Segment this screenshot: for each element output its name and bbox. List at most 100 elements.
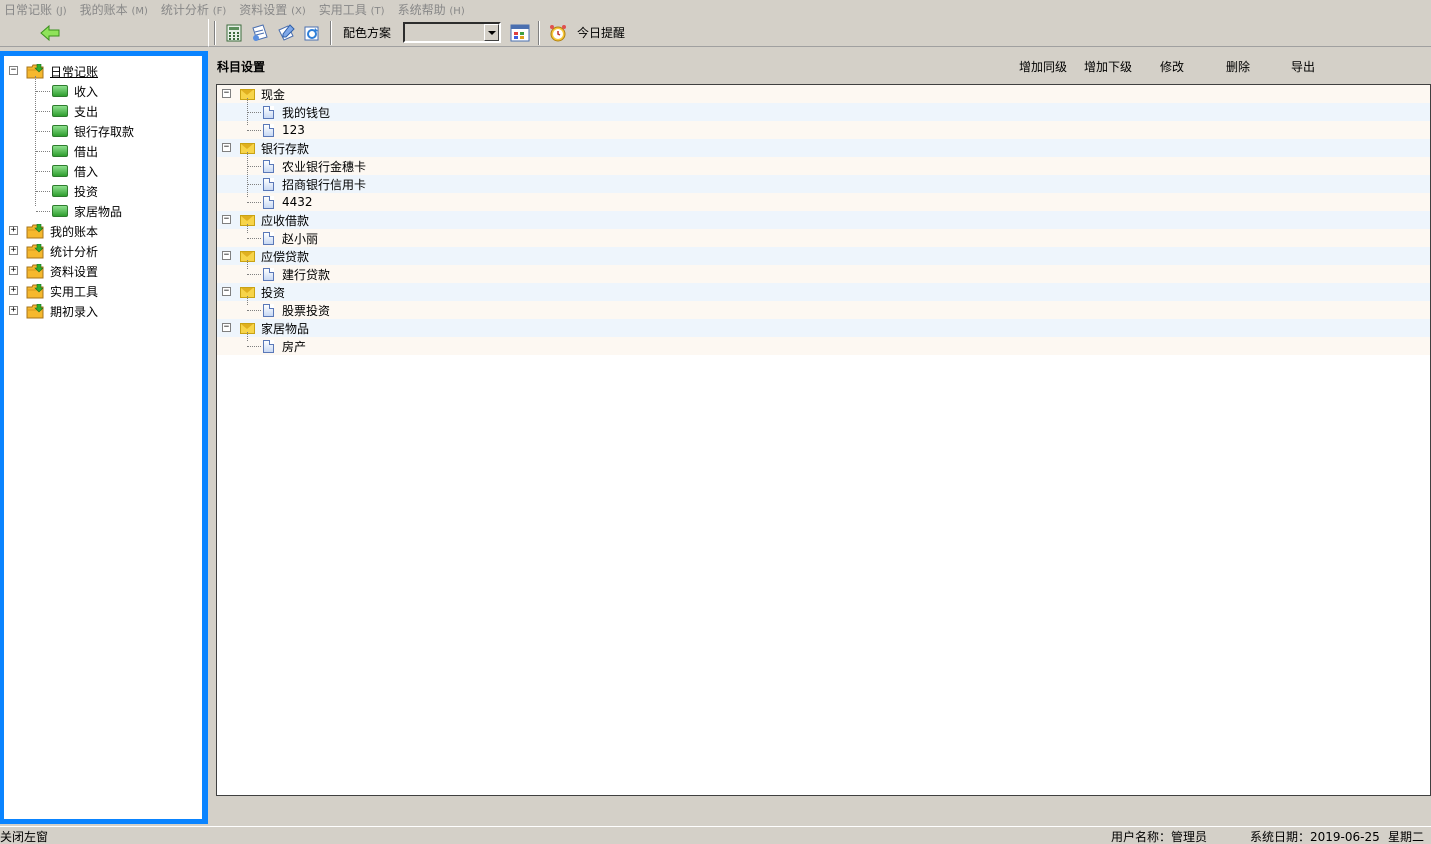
nav-item-0-4[interactable]: 借入	[52, 161, 98, 181]
menu-statistics[interactable]: 统计分析 (F)	[161, 1, 226, 18]
tree-row-subject[interactable]: 房产	[217, 337, 1430, 355]
collapse-toggle[interactable]: −	[222, 323, 231, 332]
expand-toggle[interactable]: +	[9, 286, 18, 295]
subject-tree: − 现金 我的钱包 123 − 银行存款农业银行金穗卡 招商银行信用卡 4432 − 应收借款 赵小…	[216, 84, 1431, 796]
nav-group-0[interactable]: 日常记账	[26, 61, 98, 81]
today-reminder-button[interactable]: 今日提醒	[577, 24, 625, 41]
tree-row-category[interactable]: − 应偿贷款	[217, 247, 1430, 265]
tree-row-subject[interactable]: 123	[217, 121, 1430, 139]
nav-item-label: 银行存取款	[74, 124, 135, 139]
expand-toggle[interactable]: +	[9, 266, 18, 275]
refresh-icon[interactable]	[301, 22, 323, 44]
color-palette-icon[interactable]	[509, 22, 531, 44]
document-icon	[263, 267, 274, 281]
left-toolbar	[0, 19, 208, 47]
nav-group-3[interactable]: 资料设置	[26, 261, 98, 281]
tree-row-subject[interactable]: 赵小丽	[217, 229, 1430, 247]
status-date: 系统日期：2019-06-25	[1250, 830, 1380, 844]
delete-button[interactable]: 删除	[1226, 58, 1250, 75]
nav-group-label: 统计分析	[50, 244, 99, 259]
tree-row-subject[interactable]: 4432	[217, 193, 1430, 211]
edit-button[interactable]: 修改	[1160, 58, 1184, 75]
tree-row-category[interactable]: − 银行存款	[217, 139, 1430, 157]
document-icon	[263, 177, 274, 191]
tree-row-category[interactable]: − 家居物品	[217, 319, 1430, 337]
nav-item-label: 投资	[74, 184, 99, 199]
nav-group-2[interactable]: 统计分析	[26, 241, 98, 261]
ledger-icon	[52, 125, 68, 137]
close-left-pane-button[interactable]: 关闭左窗	[0, 828, 48, 844]
menu-ledger[interactable]: 我的账本 (M)	[80, 1, 148, 18]
nav-item-0-6[interactable]: 家居物品	[52, 201, 122, 221]
expand-toggle[interactable]: +	[9, 226, 18, 235]
nav-group-5[interactable]: 期初录入	[26, 301, 98, 321]
tree-line	[247, 152, 248, 197]
export-button[interactable]: 导出	[1291, 58, 1315, 75]
tree-row-subject[interactable]: 建行贷款	[217, 265, 1430, 283]
add-child-button[interactable]: 增加下级	[1084, 58, 1132, 75]
tree-row-subject[interactable]: 农业银行金穗卡	[217, 157, 1430, 175]
nav-group-1[interactable]: 我的账本	[26, 221, 98, 241]
tree-line	[36, 151, 50, 152]
collapse-toggle[interactable]: −	[222, 143, 231, 152]
tree-line	[36, 191, 50, 192]
color-scheme-select[interactable]	[403, 22, 502, 43]
nav-item-0-1[interactable]: 支出	[52, 101, 98, 121]
collapse-toggle[interactable]: −	[222, 89, 231, 98]
nav-group-label: 资料设置	[50, 264, 99, 279]
category-label: 家居物品	[261, 321, 310, 336]
category-label: 现金	[261, 87, 286, 102]
menu-help[interactable]: 系统帮助 (H)	[398, 1, 465, 18]
menu-daily[interactable]: 日常记账 (J)	[4, 1, 67, 18]
tree-line	[36, 91, 50, 92]
back-arrow-icon[interactable]	[40, 24, 60, 42]
add-sibling-button[interactable]: 增加同级	[1019, 58, 1067, 75]
subject-label: 股票投资	[282, 303, 331, 318]
tree-row-category[interactable]: − 投资	[217, 283, 1430, 301]
menu-settings[interactable]: 资料设置 (X)	[239, 1, 306, 18]
expand-toggle[interactable]: +	[9, 246, 18, 255]
status-user: 用户名称：管理员	[1111, 830, 1208, 844]
tree-row-category[interactable]: − 应收借款	[217, 211, 1430, 229]
tree-row-subject[interactable]: 我的钱包	[217, 103, 1430, 121]
tree-line	[247, 202, 261, 203]
subject-label: 农业银行金穗卡	[282, 159, 367, 174]
collapse-toggle[interactable]: −	[9, 66, 18, 75]
menu-tools[interactable]: 实用工具 (T)	[319, 1, 385, 18]
tree-line	[247, 238, 261, 239]
alarm-clock-icon[interactable]	[547, 22, 569, 44]
collapse-toggle[interactable]: −	[222, 215, 231, 224]
nav-item-0-2[interactable]: 银行存取款	[52, 121, 134, 141]
tree-row-category[interactable]: − 现金	[217, 85, 1430, 103]
nav-item-label: 家居物品	[74, 204, 123, 219]
subject-label: 建行贷款	[282, 267, 331, 282]
nav-item-0-3[interactable]: 借出	[52, 141, 98, 161]
edit-document-icon[interactable]	[249, 22, 271, 44]
collapse-toggle[interactable]: −	[222, 287, 231, 296]
expand-toggle[interactable]: +	[9, 306, 18, 315]
nav-tree: − 日常记账 收入 支出银行存取款借出借入投资家居物品 + 我的账本 + 统计分析 + 资料设置 +…	[4, 56, 202, 819]
write-icon[interactable]	[275, 22, 297, 44]
folder-icon	[26, 303, 44, 319]
tree-line	[247, 98, 248, 125]
ledger-icon	[52, 165, 68, 177]
menu-bar: 日常记账 (J) 我的账本 (M) 统计分析 (F) 资料设置 (X) 实用工具…	[0, 0, 1431, 18]
tree-row-subject[interactable]: 股票投资	[217, 301, 1430, 319]
nav-item-0-0[interactable]: 收入	[52, 81, 98, 101]
folder-icon	[26, 263, 44, 279]
category-label: 投资	[261, 285, 286, 300]
collapse-toggle[interactable]: −	[222, 251, 231, 260]
tree-line	[247, 184, 261, 185]
calculator-icon[interactable]	[223, 22, 245, 44]
category-label: 应偿贷款	[261, 249, 310, 264]
page-title: 科目设置	[217, 60, 266, 74]
toolbar-separator	[330, 20, 332, 45]
tree-row-subject[interactable]: 招商银行信用卡	[217, 175, 1430, 193]
ledger-icon	[52, 105, 68, 117]
nav-item-label: 借入	[74, 164, 99, 179]
nav-group-4[interactable]: 实用工具	[26, 281, 98, 301]
chevron-down-icon[interactable]	[484, 24, 500, 41]
nav-item-0-5[interactable]: 投资	[52, 181, 98, 201]
status-bar: 关闭左窗 用户名称：管理员 系统日期：2019-06-25 星期二	[0, 826, 1431, 844]
category-label: 银行存款	[261, 141, 310, 156]
